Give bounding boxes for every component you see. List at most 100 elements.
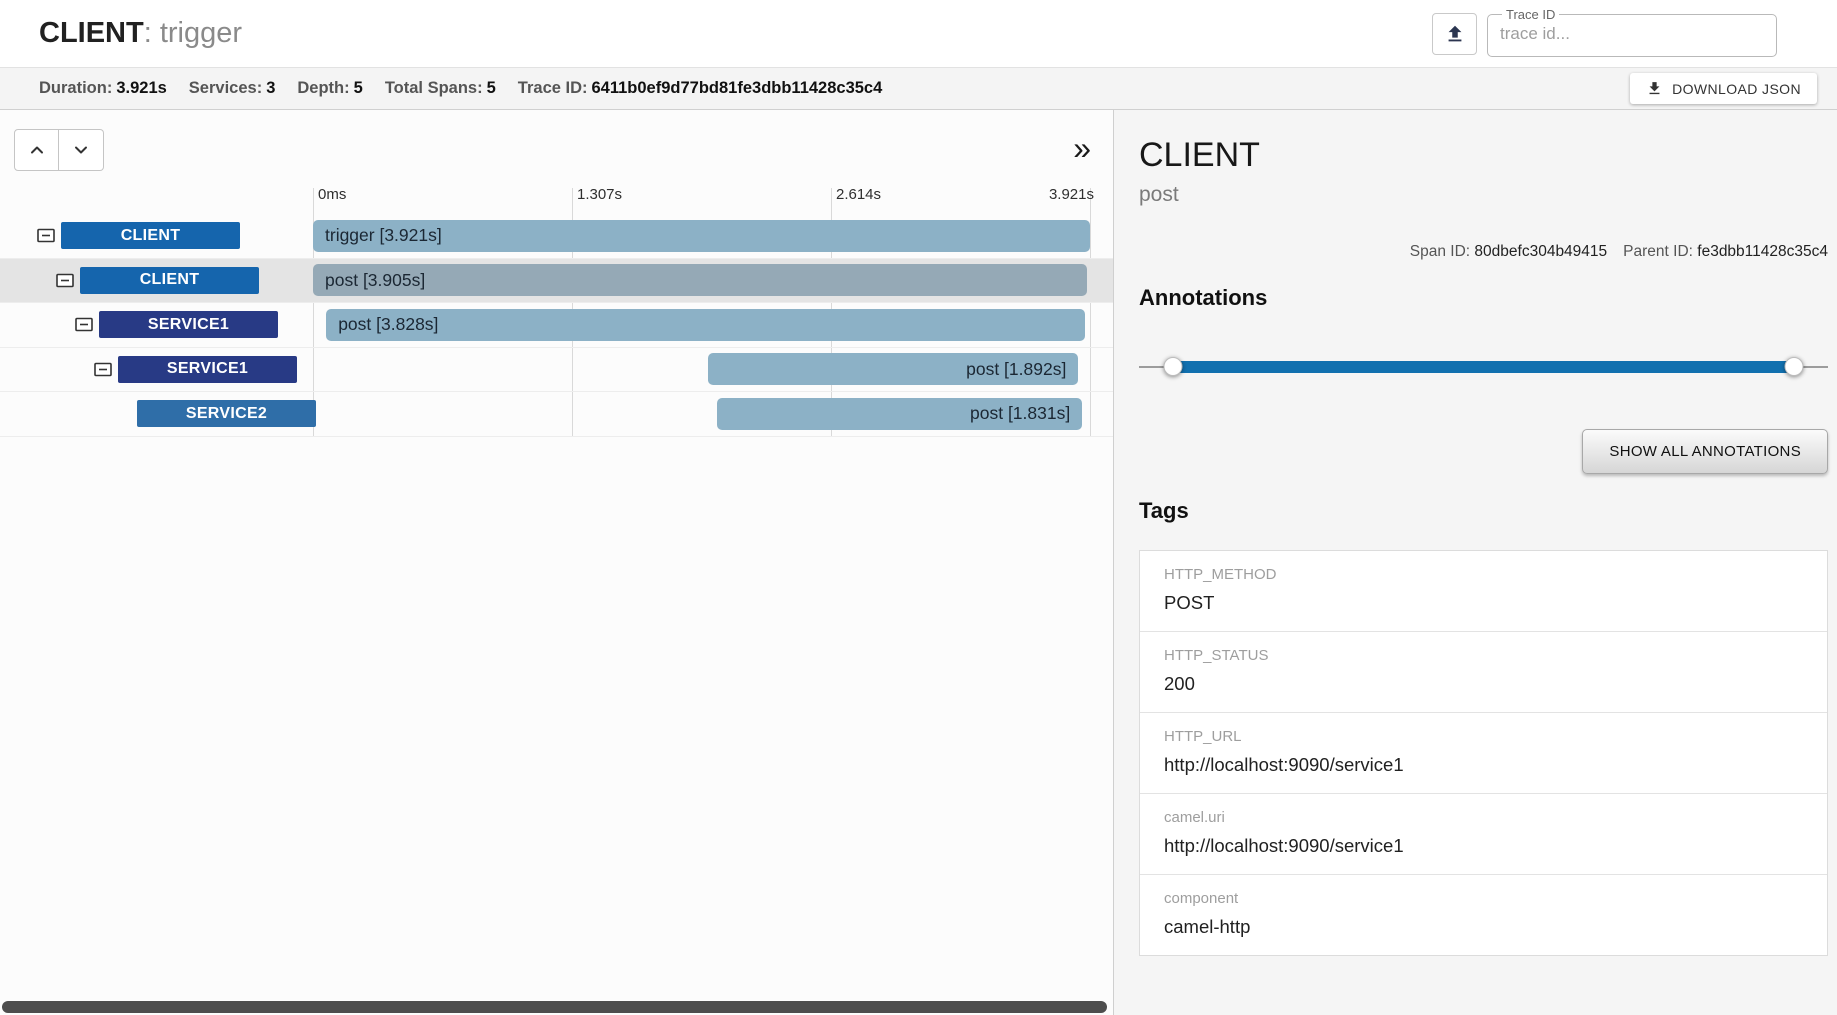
collapse-span-icon[interactable] [56,273,74,288]
tag-row: HTTP_STATUS200 [1140,632,1827,713]
tree-cell: SERVICE2 [0,392,313,436]
trace-row[interactable]: SERVICE1 post [1.892s] [0,348,1113,393]
trace-summary-bar: Duration:3.921sServices:3Depth:5Total Sp… [0,67,1837,110]
download-json-label: DOWNLOAD JSON [1672,81,1801,97]
trace-stat: Duration:3.921s [39,79,167,98]
trace-stat-label: Total Spans: [385,79,483,97]
parent-id: Parent ID: fe3dbb11428c35c4 [1623,243,1828,260]
bar-area: post [1.892s] [313,353,1090,385]
tag-row: HTTP_URLhttp://localhost:9090/service1 [1140,713,1827,794]
span-ids-line: Span ID: 80dbefc304b49415 Parent ID: fe3d… [1139,243,1828,261]
time-tick-label: 0ms [313,186,346,203]
span-bar[interactable]: post [1.831s] [717,398,1082,430]
next-span-button[interactable] [59,129,104,171]
trace-stat-value: 3.921s [116,79,166,97]
trace-id-fieldset: Trace ID [1487,7,1777,57]
trace-stat-value: 5 [354,79,363,97]
trace-row[interactable]: CLIENT trigger [3.921s] [0,214,1113,259]
trace-stat-value: 3 [266,79,275,97]
slider-track [1173,361,1793,373]
service-badge: CLIENT [80,267,259,294]
detail-service-name: CLIENT [1139,136,1828,175]
slider-handle-end[interactable] [1784,357,1803,376]
title-separator: : [144,17,160,49]
collapse-span-icon[interactable] [75,317,93,332]
span-bar[interactable]: post [3.828s] [326,309,1084,341]
trace-stat: Services:3 [189,79,276,98]
time-tick-label: 2.614s [831,186,881,203]
time-ruler: 0ms1.307s2.614s3.921s [313,186,1090,210]
annotations-heading: Annotations [1139,285,1828,311]
trace-row[interactable]: SERVICE2 post [1.831s] [0,392,1113,437]
trace-stat: Total Spans:5 [385,79,496,98]
trace-stat-label: Duration: [39,79,112,97]
tag-key: component [1164,890,1803,907]
collapse-span-icon[interactable] [94,362,112,377]
slider-handle-start[interactable] [1164,357,1183,376]
tag-row: camel.uri http://localhost:9090/service1 [1140,794,1827,875]
bar-area: post [3.905s] [313,264,1090,296]
bar-area: trigger [3.921s] [313,220,1090,252]
trace-row[interactable]: CLIENT post [3.905s] [0,259,1113,304]
span-detail-panel: CLIENT post Span ID: 80dbefc304b49415 Par… [1113,110,1837,1015]
download-json-button[interactable]: DOWNLOAD JSON [1630,73,1817,104]
detail-span-name: post [1139,183,1828,207]
show-all-annotations-wrap: SHOW ALL ANNOTATIONS [1139,429,1828,474]
trace-row[interactable]: SERVICE1 post [3.828s] [0,303,1113,348]
span-id: Span ID: 80dbefc304b49415 [1410,243,1607,260]
tag-value: http://localhost:9090/service1 [1164,835,1803,857]
tag-row: component camel-http [1140,875,1827,955]
trace-stat-label: Trace ID: [518,79,588,97]
trace-stat-value: 6411b0ef9d77bd81fe3dbb11428c35c4 [592,79,883,97]
zipkin-trace-page: CLIENT: trigger Trace ID Duration:3.921s… [0,0,1837,1015]
trace-stat: Depth: 5 [297,79,362,98]
collapse-span-icon[interactable] [37,228,55,243]
tag-key: HTTP_METHOD [1164,566,1803,583]
span-bar[interactable]: post [1.892s] [708,353,1079,385]
prev-span-button[interactable] [14,129,59,171]
tag-key: camel.uri [1164,809,1803,826]
chevron-down-icon [71,140,91,160]
tree-cell: SERVICE1 [0,348,313,392]
upload-trace-button[interactable] [1432,13,1477,55]
tag-key: HTTP_STATUS [1164,647,1803,664]
time-tick-label: 1.307s [572,186,622,203]
service-badge: SERVICE1 [118,356,297,383]
tree-cell: SERVICE1 [0,303,313,347]
tree-cell: CLIENT [0,259,313,303]
upload-icon [1444,23,1466,45]
main-content: » 0ms 1.307s 2.614s 3.921s CLIENT trigger [3… [0,110,1837,1015]
timeline-panel: » 0ms 1.307s 2.614s 3.921s CLIENT trigger [3… [0,110,1113,1015]
trace-stats: Duration:3.921sServices:3Depth:5Total Sp… [39,79,882,98]
time-tick-label: 3.921s [1049,186,1094,203]
tag-row: HTTP_METHOD POST [1140,551,1827,632]
trace-stat: Trace ID:6411b0ef9d77bd81fe3dbb11428c35c… [518,79,882,98]
header: CLIENT: trigger Trace ID [0,0,1837,67]
header-actions: Trace ID [1432,11,1777,57]
annotations-range-slider[interactable] [1139,357,1828,377]
horizontal-scrollbar[interactable] [2,1001,1107,1013]
trace-stat-value: 5 [487,79,496,97]
bar-area: post [1.831s] [313,398,1090,430]
span-bar[interactable]: trigger [3.921s] [313,220,1090,252]
tag-value: camel-http [1164,916,1803,938]
span-bar[interactable]: post [3.905s] [313,264,1087,296]
title-span-name: trigger [160,17,242,49]
download-icon [1646,80,1663,97]
title-service-name: CLIENT [39,17,144,49]
tags-heading: Tags [1139,498,1828,524]
trace-stat-label: Depth: [297,79,349,97]
tags-table: HTTP_METHODPOSTHTTP_STATUS200HTTP_URLhtt… [1139,550,1828,956]
show-all-annotations-button[interactable]: SHOW ALL ANNOTATIONS [1582,429,1828,474]
tree-cell: CLIENT [0,214,313,258]
service-badge: SERVICE2 [137,400,316,427]
service-badge: SERVICE1 [99,311,278,338]
tag-value: POST [1164,592,1803,614]
expand-detail-chevrons-icon[interactable]: » [1073,132,1091,164]
trace-id-input[interactable] [1500,24,1764,44]
tag-key: HTTP_URL [1164,728,1803,745]
service-badge: CLIENT [61,222,240,249]
trace-stat-label: Services: [189,79,262,97]
chevron-up-icon [27,140,47,160]
page-title: CLIENT: trigger [39,17,242,50]
